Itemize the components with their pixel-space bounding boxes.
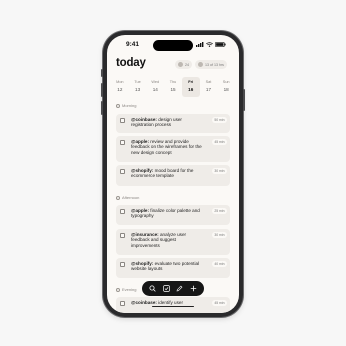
day-thu[interactable]: Thu 15 — [164, 77, 182, 97]
moon-icon — [116, 287, 120, 292]
day-name: Sun — [222, 80, 230, 84]
task-handle: @coinbase: — [131, 117, 157, 122]
task-text: @shopify: evaluate two potential website… — [131, 261, 203, 272]
task-text: @apple: finalize color palette and typog… — [131, 208, 203, 219]
day-date: 12 — [117, 87, 123, 92]
signal-icon — [196, 42, 204, 47]
day-tue[interactable]: Tue 13 — [129, 77, 147, 97]
task-card[interactable]: @coinbase: identify user 45 min — [116, 297, 230, 313]
volume-up-button — [101, 83, 103, 97]
section-label: Afternoon — [122, 195, 140, 200]
bottom-toolbar — [142, 281, 204, 296]
task-handle: @shopify: — [131, 168, 154, 173]
section-label: Morning — [122, 103, 137, 108]
day-date: 17 — [205, 87, 212, 92]
plus-icon — [190, 285, 196, 292]
checklist-icon — [163, 285, 170, 292]
task-checkbox[interactable] — [120, 233, 125, 238]
day-name: Wed — [151, 80, 160, 84]
task-text: @coinbase: identify user — [131, 300, 203, 305]
dynamic-island — [153, 40, 193, 51]
day-date: 18 — [223, 87, 229, 92]
task-checkbox[interactable] — [120, 209, 125, 214]
search-button[interactable] — [147, 283, 158, 294]
task-handle: @shopify: — [131, 261, 154, 266]
task-description: identify user — [156, 300, 183, 305]
day-wed[interactable]: Wed 14 — [146, 77, 164, 97]
task-checkbox[interactable] — [120, 140, 125, 145]
day-sat[interactable]: Sat 17 — [200, 77, 218, 97]
task-checkbox[interactable] — [120, 262, 125, 267]
task-card[interactable]: @apple: finalize color palette and typog… — [116, 205, 230, 225]
battery-icon — [215, 42, 226, 47]
flame-icon — [178, 62, 183, 67]
app-screen: 9:41 today 24 13 of 13 hrs Mon 12 Tue 13… — [107, 35, 239, 313]
task-card[interactable]: @shopify: evaluate two potential website… — [116, 258, 230, 278]
task-card[interactable]: @coinbase: design user registration proc… — [116, 114, 230, 133]
task-text: @insurance: analyze user feedback and su… — [131, 232, 203, 248]
clock-icon — [198, 62, 203, 67]
task-duration: 45 min — [211, 300, 227, 306]
day-name: Sat — [205, 80, 212, 84]
day-date: 14 — [152, 87, 158, 92]
section-morning: Morning — [116, 103, 136, 108]
day-fri-selected[interactable]: Fri 16 — [181, 77, 200, 97]
status-bar: 9:41 — [107, 35, 239, 55]
task-duration: 50 min — [211, 117, 227, 123]
task-duration: 45 min — [211, 139, 227, 145]
status-icons — [196, 42, 226, 47]
task-checkbox[interactable] — [120, 118, 125, 123]
task-card[interactable]: @shopify: mood board for the ecommerce t… — [116, 165, 230, 186]
edit-button[interactable] — [174, 283, 185, 294]
task-checkbox[interactable] — [120, 169, 125, 174]
pencil-icon — [176, 285, 183, 292]
day-date: 16 — [188, 87, 194, 92]
task-checkbox[interactable] — [120, 301, 125, 306]
action-button — [101, 69, 103, 77]
streak-badge[interactable]: 24 — [175, 60, 192, 69]
sun-icon — [116, 195, 120, 200]
day-name: Mon — [116, 80, 124, 84]
task-handle: @coinbase: — [131, 300, 157, 305]
sun-icon — [116, 103, 120, 108]
tasks-button[interactable] — [161, 283, 172, 294]
task-handle: @apple: — [131, 208, 150, 213]
section-label: Evening — [122, 287, 137, 292]
day-mon[interactable]: Mon 12 — [111, 77, 129, 97]
progress-text: 13 of 13 hrs — [205, 62, 224, 67]
day-name: Tue — [134, 80, 141, 84]
section-evening: Evening — [116, 287, 136, 292]
section-afternoon: Afternoon — [116, 195, 139, 200]
status-time: 9:41 — [126, 41, 140, 48]
progress-badge[interactable]: 13 of 13 hrs — [195, 60, 227, 69]
task-text: @coinbase: design user registration proc… — [131, 117, 203, 128]
task-duration: 40 min — [211, 261, 227, 267]
streak-count: 24 — [185, 62, 189, 67]
page-title: today — [116, 57, 146, 69]
day-sun[interactable]: Sun 18 — [217, 77, 235, 97]
task-duration: 25 min — [211, 208, 227, 214]
task-duration: 30 min — [211, 168, 227, 174]
add-task-button[interactable] — [188, 283, 199, 294]
week-strip: Mon 12 Tue 13 Wed 14 Thu 15 Fri 16 Sat 17 Sun 1… — [111, 77, 235, 97]
task-text: @shopify: mood board for the ecommerce t… — [131, 168, 203, 179]
day-date: 15 — [170, 87, 176, 92]
task-text: @apple: review and provide feedback on t… — [131, 139, 203, 155]
task-card[interactable]: @apple: review and provide feedback on t… — [116, 136, 230, 162]
task-duration: 30 min — [211, 232, 227, 238]
day-name: Fri — [188, 80, 194, 84]
day-date: 13 — [135, 87, 141, 92]
volume-down-button — [101, 101, 103, 115]
wifi-icon — [206, 42, 213, 47]
search-icon — [149, 285, 156, 292]
power-button — [243, 89, 245, 111]
task-handle: @insurance: — [131, 232, 159, 237]
task-card[interactable]: @insurance: analyze user feedback and su… — [116, 229, 230, 255]
day-name: Thu — [169, 80, 177, 84]
task-handle: @apple: — [131, 139, 150, 144]
